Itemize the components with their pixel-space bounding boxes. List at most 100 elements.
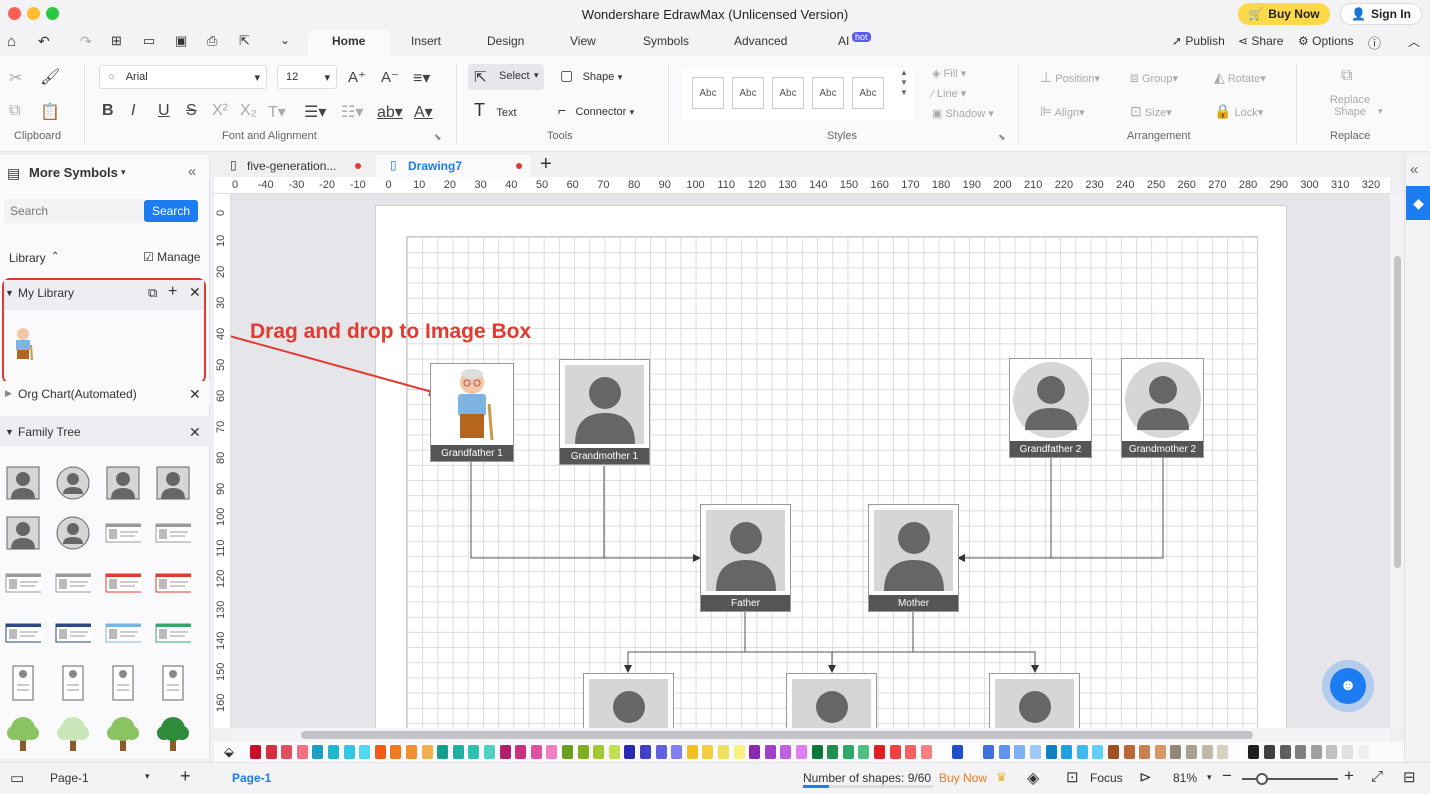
person-box-grandfather-1[interactable]: Grandfather 1 — [430, 363, 514, 462]
color-swatch[interactable] — [577, 745, 589, 759]
layers-icon[interactable]: ◈ — [1027, 768, 1039, 788]
ai-assistant-button[interactable]: ☻ — [1322, 660, 1374, 712]
page-panel-icon[interactable]: ▭ — [10, 769, 24, 787]
color-swatch[interactable] — [499, 745, 511, 759]
family-tree-shape[interactable] — [5, 665, 41, 701]
replace-shape-button[interactable]: Replace Shape — [1322, 94, 1378, 118]
replace-shape-icon[interactable]: ⧉ — [1341, 67, 1352, 85]
open-folder-icon[interactable]: ▭ — [143, 33, 155, 49]
style-swatch-4[interactable]: Abc — [812, 77, 844, 109]
color-swatch[interactable] — [390, 745, 402, 759]
focus-button[interactable]: Focus — [1090, 771, 1123, 785]
export-icon[interactable]: ⇱ — [239, 33, 250, 49]
bullet-list-icon[interactable]: ☷▾ — [341, 102, 363, 122]
family-tree-shape[interactable] — [105, 515, 141, 551]
color-swatch[interactable] — [1092, 745, 1104, 759]
family-tree-shape[interactable] — [5, 715, 41, 751]
color-swatch[interactable] — [1154, 745, 1166, 759]
chevron-up-icon[interactable]: ⌃ — [51, 251, 59, 262]
color-swatch[interactable] — [1108, 745, 1119, 759]
zoom-slider-handle[interactable] — [1256, 773, 1268, 785]
collapse-ribbon-icon[interactable]: ︿ — [1408, 33, 1420, 50]
underline-icon[interactable]: U — [158, 102, 170, 120]
group-button[interactable]: ⧈ Group▾ — [1130, 69, 1178, 86]
panel-title[interactable]: More Symbols — [29, 165, 118, 180]
color-swatch[interactable] — [983, 745, 995, 759]
text-case-icon[interactable]: T▾ — [268, 102, 286, 122]
new-file-icon[interactable]: ⊞ — [111, 33, 122, 49]
doc-tab-1[interactable]: ▯ five-generation... — [214, 155, 374, 177]
color-swatch[interactable] — [593, 745, 605, 759]
select-tool-button[interactable]: ⇱ Select ▾ — [468, 64, 544, 90]
chevron-down-icon[interactable]: ▾ — [145, 771, 150, 782]
person-box-mother[interactable]: Mother — [868, 504, 959, 612]
tab-insert[interactable]: Insert — [411, 34, 441, 48]
color-swatch[interactable] — [764, 745, 776, 759]
color-swatch[interactable] — [468, 745, 480, 759]
family-tree-shape[interactable] — [105, 715, 141, 751]
family-tree-shape[interactable] — [155, 465, 191, 501]
search-button[interactable]: Search — [144, 200, 198, 222]
color-swatch[interactable] — [1342, 745, 1353, 759]
format-panel-icon[interactable]: ◆ — [1406, 186, 1430, 220]
family-tree-shape[interactable] — [105, 615, 141, 651]
color-swatch[interactable] — [624, 745, 636, 759]
color-swatch[interactable] — [265, 745, 277, 759]
search-input[interactable] — [4, 199, 144, 223]
expand-triangle-icon[interactable]: ▼ — [5, 427, 14, 437]
color-swatch[interactable] — [374, 745, 386, 759]
add-icon[interactable]: + — [168, 283, 177, 301]
color-swatch[interactable] — [546, 745, 558, 759]
color-swatch[interactable] — [1139, 745, 1151, 759]
family-tree-shape[interactable] — [5, 615, 41, 651]
color-swatch[interactable] — [936, 745, 948, 759]
zoom-level[interactable]: 81% — [1173, 771, 1197, 785]
manage-button[interactable]: ☑ Manage — [143, 250, 200, 264]
options-button[interactable]: ⚙ Options — [1298, 34, 1353, 48]
undo-icon[interactable]: ↶ — [38, 33, 50, 50]
vertical-scrollbar[interactable] — [1390, 194, 1404, 728]
color-swatch[interactable] — [296, 745, 308, 759]
color-swatch[interactable] — [484, 745, 495, 759]
color-swatch[interactable] — [967, 745, 979, 759]
scrollbar-thumb[interactable] — [301, 731, 1253, 739]
tab-view[interactable]: View — [570, 34, 596, 48]
family-tree-shape[interactable] — [55, 665, 91, 701]
bold-icon[interactable]: B — [102, 102, 114, 120]
text-tool-button[interactable]: T Text — [474, 100, 517, 121]
color-swatch[interactable] — [452, 745, 464, 759]
color-swatch[interactable] — [1232, 745, 1244, 759]
color-swatch[interactable] — [874, 745, 885, 759]
family-tree-shape[interactable] — [55, 465, 91, 501]
format-painter-icon[interactable]: 🖌 — [40, 67, 60, 87]
color-swatch[interactable] — [562, 745, 573, 759]
cut-icon[interactable]: ✂ — [9, 68, 22, 88]
family-tree-shape[interactable] — [155, 565, 191, 601]
color-swatch[interactable] — [328, 745, 339, 759]
family-tree-shape[interactable] — [105, 665, 141, 701]
color-swatch[interactable] — [406, 745, 417, 759]
expand-triangle-icon[interactable]: ▼ — [5, 288, 14, 298]
color-swatch[interactable] — [733, 745, 745, 759]
connector-tool-button[interactable]: ⌐ Connector ▾ — [558, 102, 634, 118]
rotate-button[interactable]: ◭ Rotate▾ — [1214, 69, 1266, 86]
add-page-button[interactable]: + — [180, 766, 191, 787]
line-spacing-icon[interactable]: ☰▾ — [304, 102, 326, 122]
new-tab-button[interactable]: + — [540, 153, 552, 176]
active-page-tab[interactable]: Page-1 — [232, 771, 271, 785]
color-swatch[interactable] — [608, 745, 620, 759]
collapse-panel-icon[interactable]: « — [188, 163, 196, 180]
color-swatch[interactable] — [312, 745, 324, 759]
tab-symbols[interactable]: Symbols — [643, 34, 689, 48]
italic-icon[interactable]: I — [131, 102, 135, 120]
sign-in-button[interactable]: 👤 Sign In — [1340, 3, 1422, 25]
expand-icon[interactable]: ⬊ — [434, 132, 442, 143]
color-swatch[interactable] — [250, 745, 261, 759]
person-box-grandfather-2[interactable]: Grandfather 2 — [1009, 358, 1092, 458]
style-swatch-5[interactable]: Abc — [852, 77, 884, 109]
chevron-down-icon[interactable]: ▾ — [1207, 772, 1212, 783]
fill-bucket-icon[interactable]: ⬙ — [224, 744, 234, 760]
color-swatch[interactable] — [1326, 745, 1338, 759]
style-swatch-2[interactable]: Abc — [732, 77, 764, 109]
align-icon[interactable]: ≡▾ — [413, 68, 430, 88]
